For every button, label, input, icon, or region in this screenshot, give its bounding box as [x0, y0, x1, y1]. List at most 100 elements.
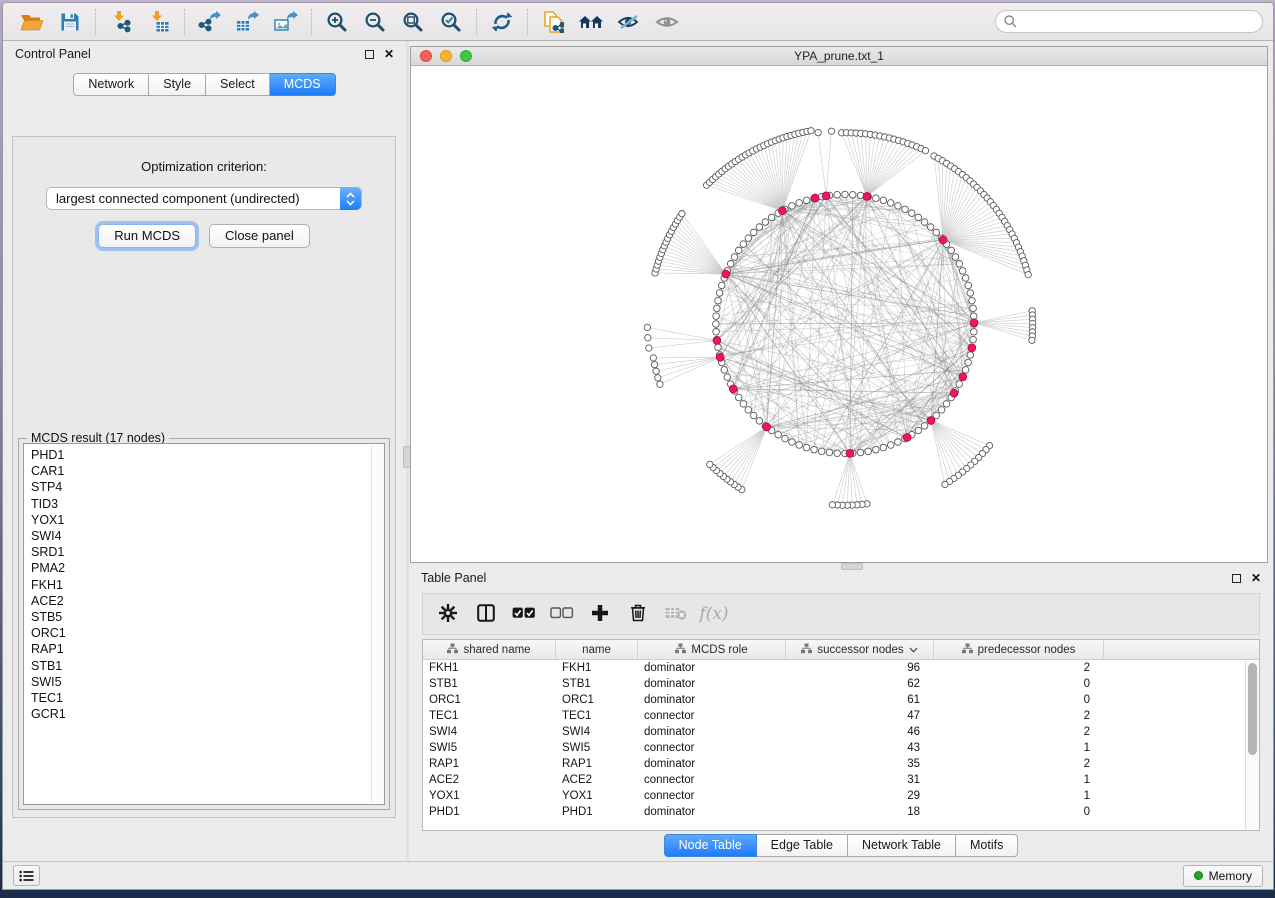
mcds-result-item[interactable]: STB1: [31, 658, 384, 674]
zoom-out-button[interactable]: [356, 6, 394, 38]
tab-mcds[interactable]: MCDS: [270, 73, 336, 96]
column-header-shared-name[interactable]: shared name: [423, 640, 556, 659]
show-all-button[interactable]: [648, 6, 686, 38]
mcds-result-item[interactable]: RAP1: [31, 641, 384, 657]
tab-network[interactable]: Network: [73, 73, 149, 96]
zoom-in-button[interactable]: [318, 6, 356, 38]
tab-motifs[interactable]: Motifs: [956, 834, 1018, 857]
zoom-fit-button[interactable]: [394, 6, 432, 38]
mcds-result-item[interactable]: STP4: [31, 479, 384, 495]
mcds-result-item[interactable]: PMA2: [31, 560, 384, 576]
minimize-window-icon[interactable]: [440, 50, 452, 62]
maximize-window-icon[interactable]: [460, 50, 472, 62]
cell-shared_name: ACE2: [423, 774, 556, 786]
split-panel-button[interactable]: [471, 598, 501, 630]
mcds-result-item[interactable]: GCR1: [31, 706, 384, 722]
table-scrollbar-thumb[interactable]: [1248, 663, 1257, 755]
mcds-result-item[interactable]: SWI4: [31, 528, 384, 544]
table-scrollbar[interactable]: [1245, 661, 1259, 830]
export-network-button[interactable]: [191, 6, 229, 38]
column-label: name: [582, 644, 611, 656]
main-toolbar: [3, 3, 1273, 41]
right-column: YPA_prune.txt_1 Table Panel ✕ f(x): [409, 41, 1273, 861]
mcds-result-item[interactable]: STB5: [31, 609, 384, 625]
deselect-all-button[interactable]: [547, 598, 577, 630]
mcds-result-item[interactable]: SWI5: [31, 674, 384, 690]
tab-style[interactable]: Style: [149, 73, 206, 96]
search-box[interactable]: [995, 10, 1263, 33]
mcds-result-item[interactable]: FKH1: [31, 577, 384, 593]
table-row[interactable]: YOX1YOX1connector291: [423, 788, 1259, 804]
column-header-predecessor-nodes[interactable]: predecessor nodes: [934, 640, 1104, 659]
mcds-result-item[interactable]: PHD1: [31, 447, 384, 463]
mcds-result-item[interactable]: ACE2: [31, 593, 384, 609]
tab-node-table[interactable]: Node Table: [664, 834, 757, 857]
horizontal-splitter-handle[interactable]: [841, 563, 863, 570]
control-panel-titlebar: Control Panel ✕: [3, 41, 406, 67]
column-header-MCDS-role[interactable]: MCDS role: [638, 640, 786, 659]
cell-mcds_role: dominator: [638, 726, 786, 738]
column-header-name[interactable]: name: [556, 640, 638, 659]
close-panel-icon[interactable]: ✕: [384, 50, 394, 59]
float-table-panel-icon[interactable]: [1232, 574, 1241, 583]
close-window-icon[interactable]: [420, 50, 432, 62]
tab-edge-table[interactable]: Edge Table: [757, 834, 848, 857]
delete-column-button[interactable]: [623, 598, 653, 630]
memory-button[interactable]: Memory: [1183, 865, 1263, 887]
cell-mcds_role: dominator: [638, 662, 786, 674]
column-label: predecessor nodes: [978, 644, 1076, 656]
table-row[interactable]: PHD1PHD1dominator180: [423, 804, 1259, 820]
table-row[interactable]: RAP1RAP1dominator352: [423, 756, 1259, 772]
save-session-button[interactable]: [51, 6, 89, 38]
select-all-button[interactable]: [509, 598, 539, 630]
export-image-button[interactable]: [267, 6, 305, 38]
mcds-result-item[interactable]: ORC1: [31, 625, 384, 641]
mcds-result-list[interactable]: PHD1CAR1STP4TID3YOX1SWI4SRD1PMA2FKH1ACE2…: [23, 443, 385, 805]
import-network-button[interactable]: [102, 6, 140, 38]
optimization-criterion-dropdown[interactable]: largest connected component (undirected): [46, 187, 362, 210]
table-row[interactable]: TEC1TEC1connector472: [423, 708, 1259, 724]
column-type-icon: [962, 643, 973, 657]
cell-predecessor_nodes: 0: [934, 678, 1104, 690]
float-panel-icon[interactable]: [365, 50, 374, 59]
search-input[interactable]: [1023, 15, 1254, 29]
table-row[interactable]: STB1STB1dominator620: [423, 676, 1259, 692]
tab-network-table[interactable]: Network Table: [848, 834, 956, 857]
network-graph[interactable]: [411, 66, 1267, 562]
table-row[interactable]: ORC1ORC1dominator610: [423, 692, 1259, 708]
hide-selected-button[interactable]: [610, 6, 648, 38]
cell-name: STB1: [556, 678, 638, 690]
apply-layout-button[interactable]: [483, 6, 521, 38]
tab-select[interactable]: Select: [206, 73, 270, 96]
task-history-button[interactable]: [13, 865, 40, 886]
mcds-list-scrollbar[interactable]: [371, 445, 383, 803]
export-table-button[interactable]: [229, 6, 267, 38]
cell-shared_name: ORC1: [423, 694, 556, 706]
table-row[interactable]: FKH1FKH1dominator962: [423, 660, 1259, 676]
first-neighbors-button[interactable]: [572, 6, 610, 38]
zoom-selected-button[interactable]: [432, 6, 470, 38]
cell-successor_nodes: 47: [786, 710, 934, 722]
window-traffic-lights: [420, 50, 472, 62]
table-row[interactable]: ACE2ACE2connector311: [423, 772, 1259, 788]
clone-network-button[interactable]: [534, 6, 572, 38]
mcds-result-item[interactable]: SRD1: [31, 544, 384, 560]
run-mcds-button[interactable]: Run MCDS: [98, 224, 196, 248]
network-window-titlebar[interactable]: YPA_prune.txt_1: [411, 47, 1267, 66]
import-table-button[interactable]: [140, 6, 178, 38]
mcds-result-item[interactable]: YOX1: [31, 512, 384, 528]
settings-button[interactable]: [433, 598, 463, 630]
column-header-successor-nodes[interactable]: successor nodes: [786, 640, 934, 659]
close-panel-button[interactable]: Close panel: [209, 224, 310, 248]
mcds-result-item[interactable]: TID3: [31, 496, 384, 512]
mcds-result-item[interactable]: CAR1: [31, 463, 384, 479]
open-file-button[interactable]: [13, 6, 51, 38]
add-column-button[interactable]: [585, 598, 615, 630]
network-canvas[interactable]: [411, 66, 1267, 562]
table-row[interactable]: SWI4SWI4dominator462: [423, 724, 1259, 740]
mcds-result-item[interactable]: TEC1: [31, 690, 384, 706]
import-table-icon: [148, 11, 170, 33]
table-row[interactable]: SWI5SWI5connector431: [423, 740, 1259, 756]
close-table-panel-icon[interactable]: ✕: [1251, 574, 1261, 583]
toolbar-separator: [311, 9, 312, 35]
